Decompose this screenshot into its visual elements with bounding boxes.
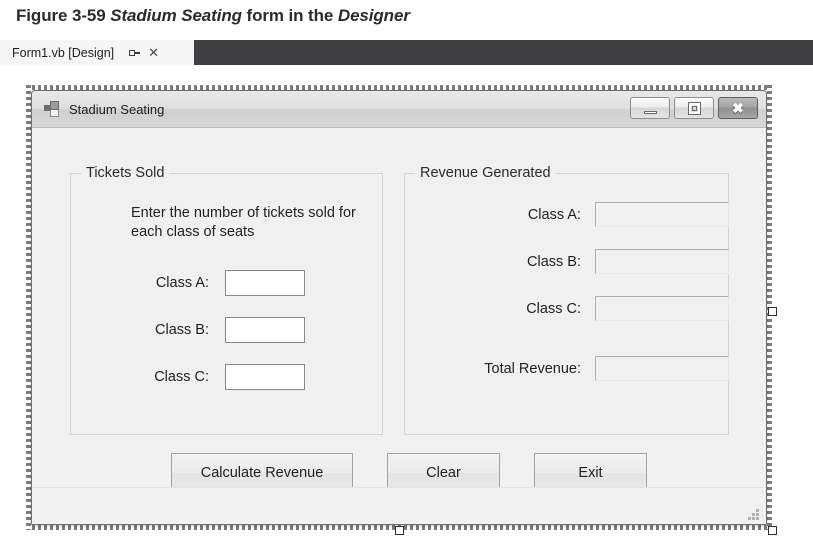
figure-caption-prefix: Figure 3-59 (16, 6, 111, 25)
row-revenue-class-c: Class C: (433, 296, 729, 321)
label-tickets-class-c: Class C: (154, 369, 209, 385)
window-controls: ✖ (630, 97, 758, 119)
output-revenue-class-a (595, 202, 729, 227)
minimize-icon (644, 111, 657, 114)
row-tickets-class-b: Class B: (131, 317, 305, 343)
input-tickets-class-a[interactable] (225, 270, 305, 296)
figure-caption-emphasis-form: Stadium Seating (110, 6, 242, 25)
form-titlebar[interactable]: Stadium Seating ✖ (32, 91, 766, 128)
form-client-area: Tickets Sold Enter the number of tickets… (32, 128, 766, 524)
figure-caption: Figure 3-59 Stadium Seating form in the … (16, 6, 410, 26)
row-total-revenue: Total Revenue: (433, 356, 729, 381)
size-grip-icon[interactable] (745, 506, 759, 520)
resize-handle-bottom[interactable] (395, 526, 404, 535)
form-title: Stadium Seating (69, 101, 165, 117)
groupbox-revenue-generated-label: Revenue Generated (415, 165, 556, 181)
groupbox-tickets-sold: Tickets Sold Enter the number of tickets… (70, 165, 383, 435)
resize-handle-bottom-right[interactable] (768, 526, 777, 535)
form-designer-surface[interactable]: Stadium Seating ✖ Tickets Sold Enter the… (0, 65, 813, 554)
input-tickets-class-c[interactable] (225, 364, 305, 390)
close-icon: ✖ (732, 100, 744, 116)
label-tickets-class-a: Class A: (155, 275, 209, 291)
stadium-seating-form[interactable]: Stadium Seating ✖ Tickets Sold Enter the… (31, 90, 767, 525)
label-revenue-class-a: Class A: (527, 206, 581, 223)
label-revenue-class-b: Class B: (527, 253, 581, 270)
groupbox-tickets-sold-label: Tickets Sold (81, 165, 170, 181)
tab-form1-design[interactable]: Form1.vb [Design] ✕ (0, 40, 194, 65)
row-tickets-class-c: Class C: (131, 364, 305, 390)
row-revenue-class-a: Class A: (433, 202, 729, 227)
output-revenue-class-c (595, 296, 729, 321)
figure-caption-middle: form in the (241, 6, 338, 25)
minimize-button[interactable] (630, 97, 670, 119)
pin-icon[interactable] (127, 46, 141, 59)
close-icon[interactable]: ✕ (148, 46, 159, 59)
row-tickets-class-a: Class A: (131, 270, 305, 296)
form-bottom-strip (32, 487, 766, 524)
groupbox-revenue-generated: Revenue Generated Class A: Class B: Clas… (404, 165, 729, 435)
output-total-revenue (595, 356, 729, 381)
resize-handle-right[interactable] (768, 307, 777, 316)
output-revenue-class-b (595, 249, 729, 274)
close-button[interactable]: ✖ (718, 97, 758, 119)
editor-tab-strip: Form1.vb [Design] ✕ (0, 40, 813, 65)
tab-label: Form1.vb [Design] (12, 45, 115, 60)
maximize-button[interactable] (674, 97, 714, 119)
row-revenue-class-b: Class B: (433, 249, 729, 274)
label-total-revenue: Total Revenue: (484, 360, 581, 377)
label-revenue-class-c: Class C: (526, 300, 581, 317)
input-tickets-class-b[interactable] (225, 317, 305, 343)
tab-strip-empty-area (194, 40, 813, 65)
vb-form-icon (44, 101, 60, 117)
figure-caption-emphasis-designer: Designer (337, 6, 410, 25)
instruction-label: Enter the number of tickets sold for eac… (131, 205, 356, 241)
label-tickets-class-b: Class B: (155, 322, 209, 338)
maximize-icon (688, 102, 701, 115)
